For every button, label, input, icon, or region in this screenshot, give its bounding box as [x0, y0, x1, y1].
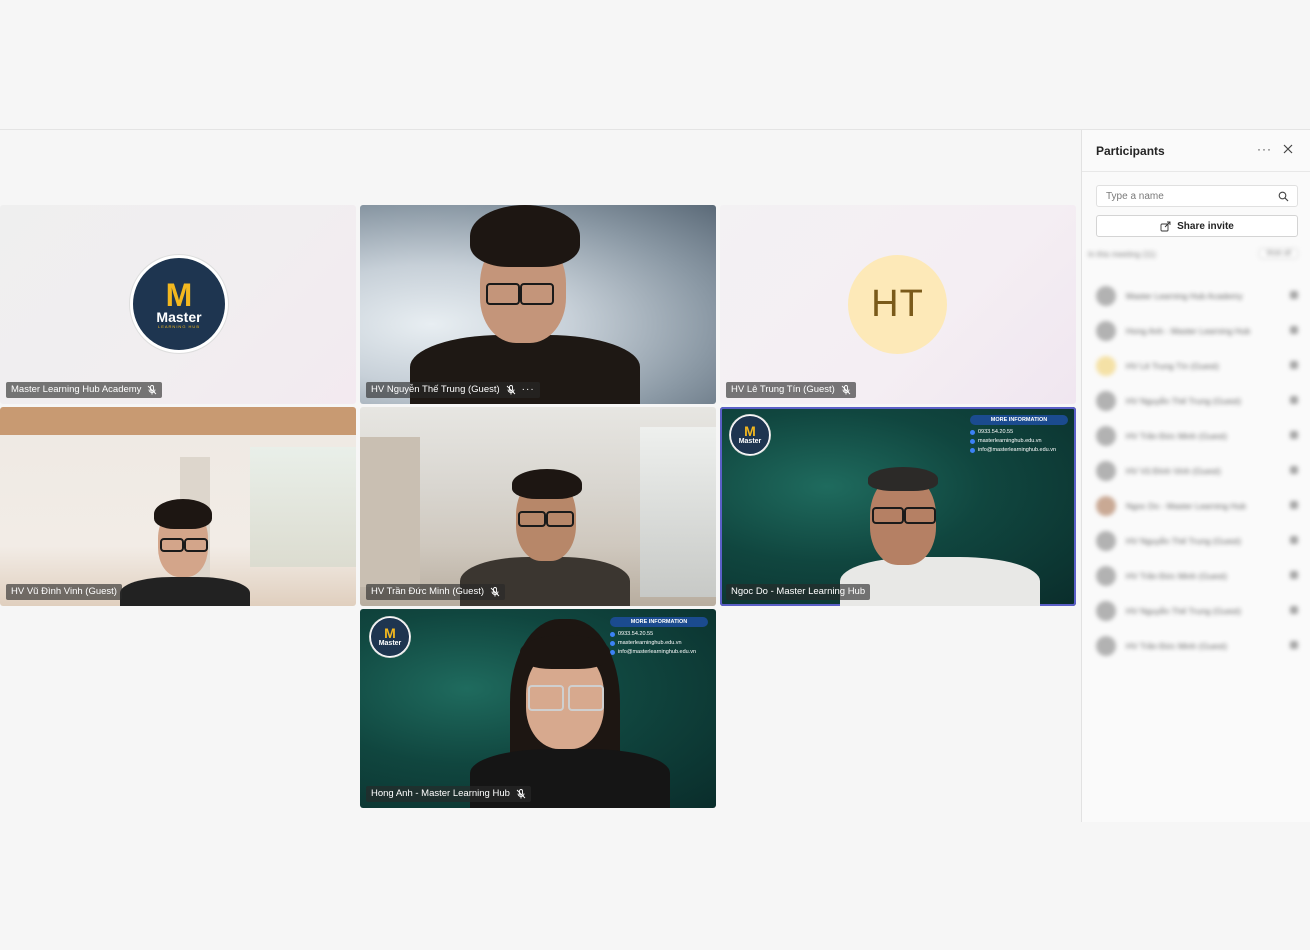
video-tile-nguyen-the-trung[interactable]: HV Nguyễn Thế Trung (Guest) ··· — [360, 205, 716, 404]
mic-muted-icon — [148, 385, 157, 395]
bottom-area — [0, 822, 1310, 950]
list-item[interactable]: HV Trần Đức Minh (Guest) — [1096, 558, 1300, 593]
close-icon[interactable] — [1281, 142, 1295, 156]
mic-muted-icon — [1290, 361, 1298, 369]
participant-name-tag: Hong Anh - Master Learning Hub — [366, 786, 531, 802]
avatar — [1096, 460, 1116, 481]
mic-muted-icon — [1290, 571, 1298, 579]
mic-muted-icon — [1290, 536, 1298, 544]
video-tile-hong-anh[interactable]: M Master MORE INFORMATION 0933.54.20.55 … — [360, 609, 716, 808]
panel-title: Participants — [1096, 144, 1165, 158]
participant-name-tag: HV Trần Đức Minh (Guest) — [366, 584, 505, 600]
video-tile-tran-duc-minh[interactable]: HV Trần Đức Minh (Guest) — [360, 407, 716, 606]
video-stage: M Master LEARNING HUB Master Learning Hu… — [0, 130, 1080, 822]
mic-muted-icon — [490, 587, 500, 597]
list-item[interactable]: Master Learning Hub Academy — [1096, 278, 1300, 313]
avatar — [1096, 355, 1116, 376]
mic-icon — [1290, 501, 1298, 509]
share-icon — [1160, 221, 1171, 231]
contact-info-box: MORE INFORMATION 0933.54.20.55 masterlea… — [610, 617, 708, 658]
video-tile-ngoc-do[interactable]: M Master MORE INFORMATION 0933.54.20.55 … — [720, 407, 1076, 606]
avatar — [1096, 425, 1116, 446]
search-icon[interactable] — [1278, 191, 1289, 202]
top-bar — [0, 0, 1310, 130]
list-item[interactable]: HV Nguyễn Thế Trung (Guest) — [1096, 383, 1300, 418]
master-logo: M Master — [730, 415, 770, 455]
mic-muted-icon — [1290, 396, 1298, 404]
avatar — [1096, 285, 1116, 306]
master-logo: M Master — [370, 617, 410, 657]
mic-muted-icon — [1290, 326, 1298, 334]
avatar — [1096, 390, 1116, 411]
video-tile-le-trung-tin[interactable]: HT HV Lê Trung Tín (Guest) — [720, 205, 1076, 404]
avatar — [1096, 320, 1116, 341]
list-item[interactable]: HV Trần Đức Minh (Guest) — [1096, 628, 1300, 663]
mic-icon — [1290, 466, 1298, 474]
more-options-icon[interactable]: ··· — [522, 382, 535, 398]
participant-list: Master Learning Hub Academy Hong Anh - M… — [1096, 278, 1300, 663]
list-item[interactable]: HV Nguyễn Thế Trung (Guest) — [1096, 523, 1300, 558]
master-logo: M Master LEARNING HUB — [130, 255, 228, 353]
phone-icon — [610, 631, 615, 637]
phone-icon — [970, 429, 975, 435]
more-options-icon[interactable]: ··· — [1257, 142, 1272, 156]
avatar — [1096, 635, 1116, 656]
avatar — [1096, 600, 1116, 621]
list-item[interactable]: Ngoc Do - Master Learning Hub — [1096, 488, 1300, 523]
participant-name-tag: HV Lê Trung Tín (Guest) — [726, 382, 856, 398]
participant-name-tag: Master Learning Hub Academy — [6, 382, 163, 398]
video-tile-vu-dinh-vinh[interactable]: HV Vũ Đình Vinh (Guest) — [0, 407, 356, 606]
search-box[interactable] — [1096, 185, 1298, 207]
avatar — [1096, 495, 1116, 516]
in-meeting-header: In this meeting (11) Mute all — [1088, 248, 1304, 264]
list-item[interactable]: HV Lê Trung Tín (Guest) — [1096, 348, 1300, 383]
divider — [1082, 171, 1310, 172]
contact-info-box: MORE INFORMATION 0933.54.20.55 masterlea… — [970, 415, 1068, 456]
list-item[interactable]: Hong Anh - Master Learning Hub — [1096, 313, 1300, 348]
mail-icon — [970, 447, 975, 453]
mic-muted-icon — [1290, 431, 1298, 439]
list-item[interactable]: HV Nguyễn Thế Trung (Guest) — [1096, 593, 1300, 628]
avatar: HT — [848, 255, 947, 354]
list-item[interactable]: HV Trần Đức Minh (Guest) — [1096, 418, 1300, 453]
globe-icon — [970, 438, 975, 444]
mic-muted-icon — [506, 385, 515, 395]
share-invite-button[interactable]: Share invite — [1096, 215, 1298, 237]
participants-panel: Participants ··· Share invite In this me… — [1081, 130, 1310, 822]
mic-muted-icon — [841, 385, 851, 395]
participant-name-tag: HV Vũ Đình Vinh (Guest) — [6, 584, 122, 600]
participant-name-tag: Ngoc Do - Master Learning Hub — [726, 584, 871, 600]
avatar — [1096, 565, 1116, 586]
mic-muted-icon — [516, 789, 526, 799]
video-tile-master-academy[interactable]: M Master LEARNING HUB Master Learning Hu… — [0, 205, 356, 404]
mic-muted-icon — [1290, 291, 1298, 299]
avatar — [1096, 530, 1116, 551]
mic-muted-icon — [1290, 606, 1298, 614]
search-input[interactable] — [1097, 186, 1276, 207]
participant-name-tag: HV Nguyễn Thế Trung (Guest) ··· — [366, 382, 540, 398]
globe-icon — [610, 640, 615, 646]
list-item[interactable]: HV Vũ Đình Vinh (Guest) — [1096, 453, 1300, 488]
mute-all-button[interactable]: Mute all — [1259, 248, 1298, 259]
mic-muted-icon — [1290, 641, 1298, 649]
